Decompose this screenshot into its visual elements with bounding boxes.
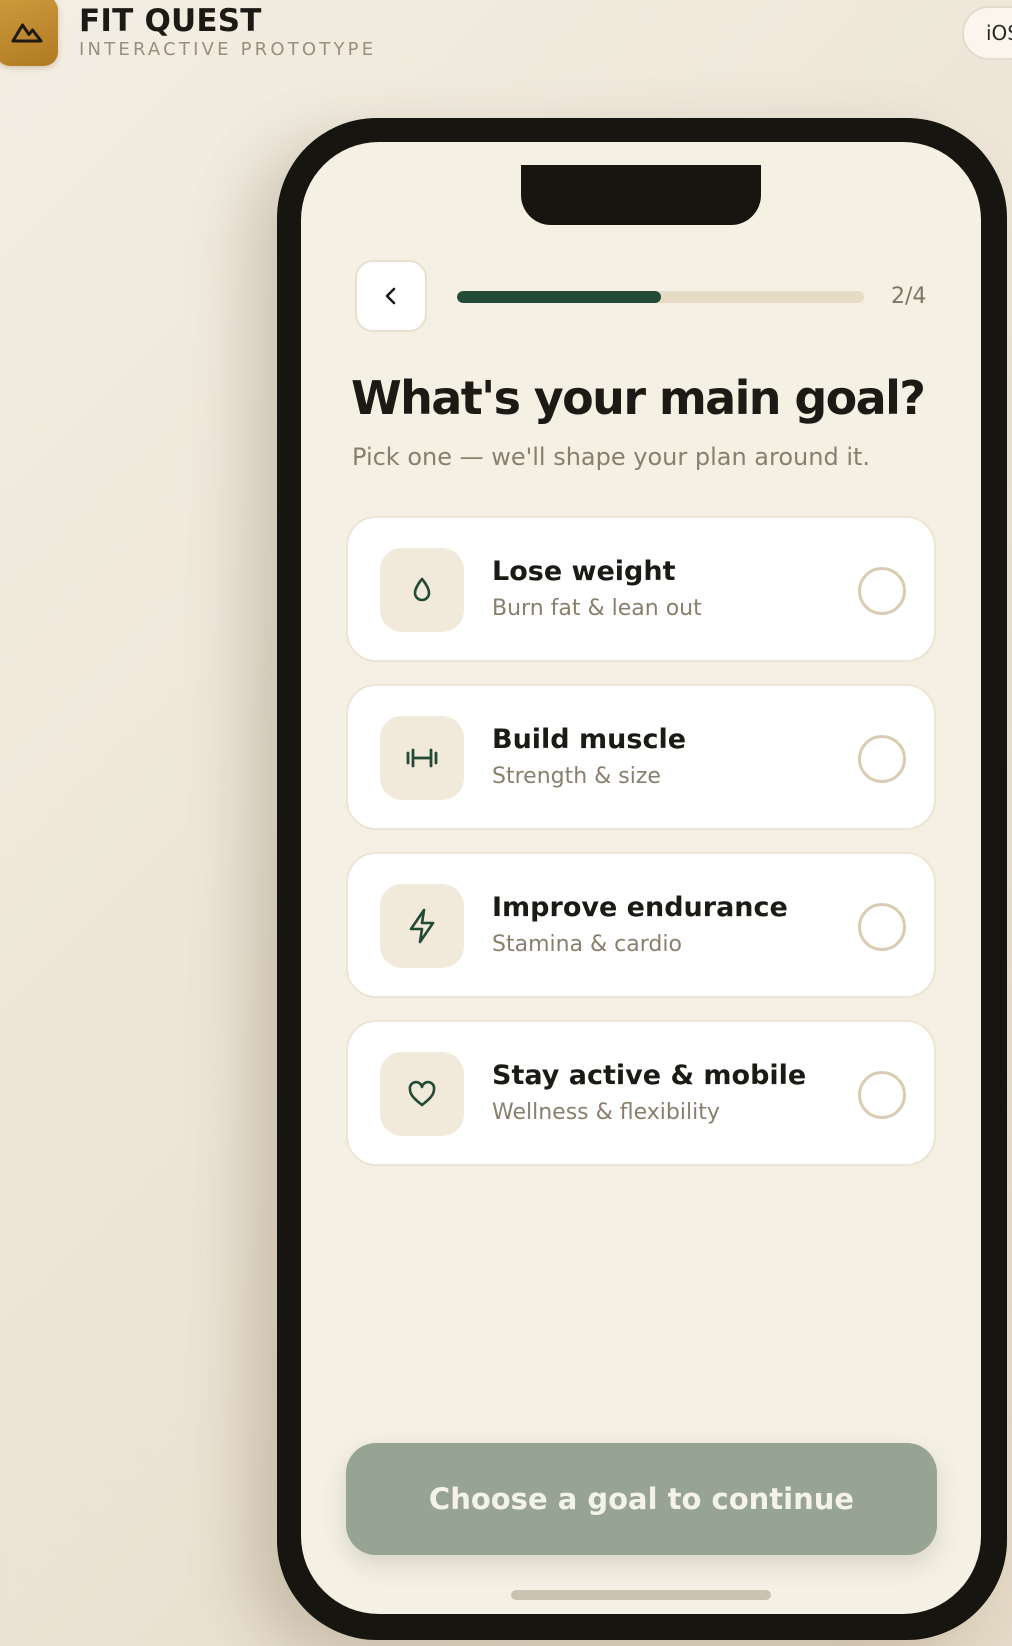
continue-button[interactable]: Choose a goal to continue xyxy=(346,1443,937,1555)
goal-option-improve-endurance[interactable]: Improve endurance Stamina & cardio xyxy=(346,852,936,998)
heart-icon xyxy=(408,1080,436,1107)
goal-options-list: Lose weight Burn fat & lean out Build mu… xyxy=(346,516,936,1188)
goal-title: Improve endurance xyxy=(492,892,788,923)
dumbbell-icon xyxy=(406,748,438,768)
brand-title: FIT QUEST xyxy=(79,3,262,39)
goal-radio[interactable] xyxy=(858,903,906,951)
progress-bar xyxy=(457,291,864,303)
droplet-icon xyxy=(413,577,431,602)
goal-radio[interactable] xyxy=(858,1071,906,1119)
home-indicator xyxy=(511,1590,771,1600)
goal-description: Stamina & cardio xyxy=(492,932,682,957)
mountain-icon xyxy=(11,23,43,43)
brand-subtitle: INTERACTIVE PROTOTYPE xyxy=(79,39,377,60)
lightning-bolt-icon xyxy=(409,908,435,944)
goal-icon-tile xyxy=(380,548,464,632)
goal-icon-tile xyxy=(380,1052,464,1136)
goal-option-build-muscle[interactable]: Build muscle Strength & size xyxy=(346,684,936,830)
goal-title: Stay active & mobile xyxy=(492,1060,807,1091)
goal-radio[interactable] xyxy=(858,735,906,783)
phone-notch xyxy=(521,165,761,225)
step-counter: 2/4 xyxy=(891,284,927,309)
goal-radio[interactable] xyxy=(858,567,906,615)
goal-option-lose-weight[interactable]: Lose weight Burn fat & lean out xyxy=(346,516,936,662)
goal-option-stay-active[interactable]: Stay active & mobile Wellness & flexibil… xyxy=(346,1020,936,1166)
goal-title: Lose weight xyxy=(492,556,676,587)
goal-title: Build muscle xyxy=(492,724,687,755)
chevron-left-icon xyxy=(385,287,396,305)
back-button[interactable] xyxy=(355,260,427,332)
goal-icon-tile xyxy=(380,716,464,800)
goal-description: Strength & size xyxy=(492,764,661,789)
goal-icon-tile xyxy=(380,884,464,968)
progress-bar-fill xyxy=(457,291,661,303)
page-subtitle: Pick one — we'll shape your plan around … xyxy=(352,443,871,471)
platform-toggle[interactable]: iOS xyxy=(962,6,1012,60)
app-logo xyxy=(0,0,58,66)
page-title: What's your main goal? xyxy=(351,371,926,425)
goal-description: Burn fat & lean out xyxy=(492,596,702,621)
phone-screen: 2/4 What's your main goal? Pick one — we… xyxy=(301,142,981,1614)
goal-description: Wellness & flexibility xyxy=(492,1100,720,1125)
